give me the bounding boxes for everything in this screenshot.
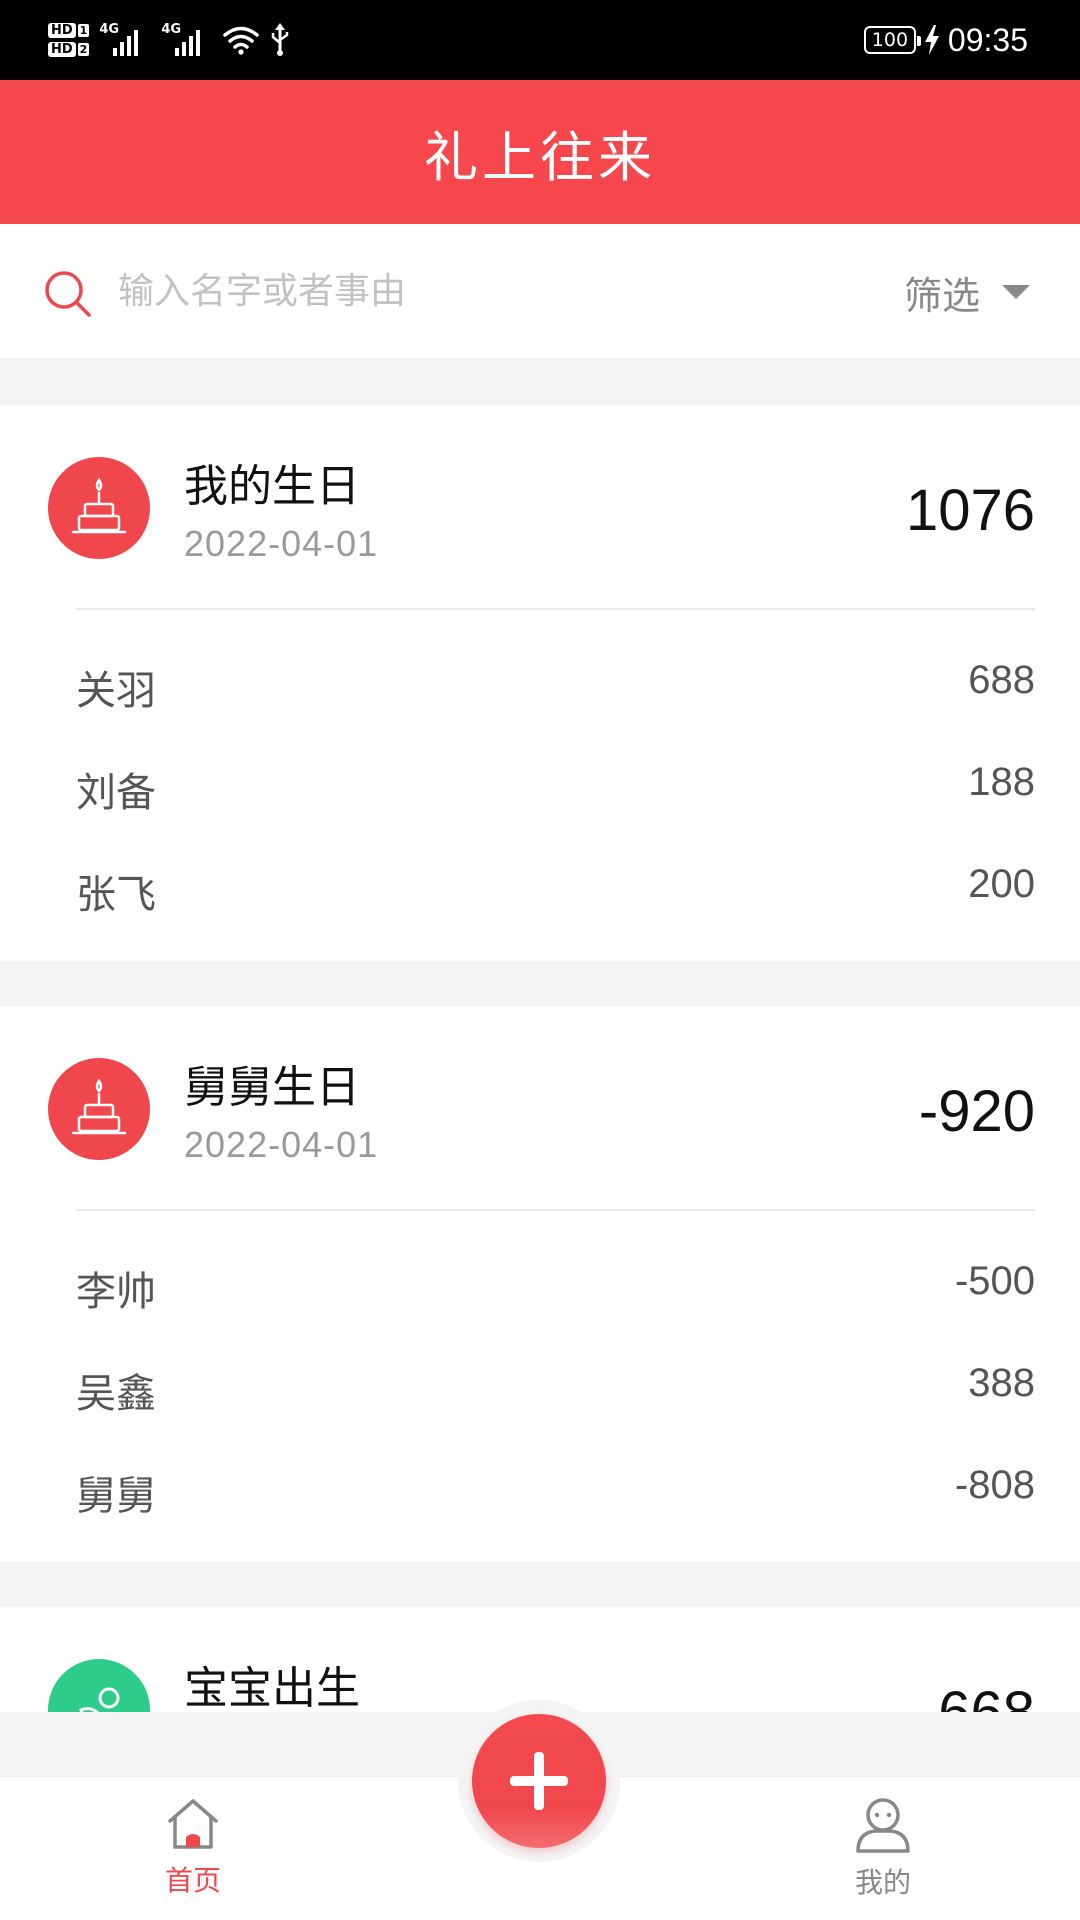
- gift-row[interactable]: 关羽 688: [0, 632, 1080, 734]
- sim2-hd-label: HD: [48, 42, 76, 57]
- divider: [76, 1209, 1035, 1211]
- gift-amount: -808: [954, 1463, 1035, 1507]
- gift-amount: -500: [954, 1259, 1035, 1303]
- gift-name: 关羽: [76, 668, 156, 714]
- event-title: 宝宝出生: [184, 1663, 360, 1712]
- sim2-number: 2: [77, 43, 90, 56]
- nav-item-mine[interactable]: 我的: [823, 1795, 943, 1901]
- status-bar: HD 1 HD 2 4G 4G 100 09:35: [0, 0, 1080, 80]
- gift-row[interactable]: 舅舅 -808: [0, 1437, 1080, 1539]
- gift-name: 吴鑫: [76, 1371, 156, 1417]
- event-card-clipped-region: 宝宝出生 668: [0, 1607, 1080, 1712]
- birthday-cake-icon: [48, 457, 150, 559]
- charging-bolt-icon: [924, 25, 939, 55]
- nav-label-home: 首页: [164, 1864, 221, 1897]
- gift-amount: 200: [968, 862, 1035, 906]
- gift-name: 张飞: [76, 872, 156, 918]
- event-date: 2022-04-01: [184, 1124, 379, 1165]
- page-title: 礼上往来: [424, 125, 656, 189]
- gift-name: 刘备: [76, 770, 156, 816]
- gift-row[interactable]: 刘备 188: [0, 734, 1080, 836]
- gift-name: 舅舅: [76, 1473, 156, 1519]
- event-card-header[interactable]: 宝宝出生 668: [0, 1607, 1080, 1712]
- sim-indicators: HD 1 HD 2: [48, 23, 90, 57]
- filter-button[interactable]: 筛选: [904, 264, 1030, 320]
- event-title: 我的生日: [184, 461, 360, 512]
- gift-list: 关羽 688 刘备 188 张飞 200: [0, 610, 1080, 938]
- event-card[interactable]: 宝宝出生 668: [0, 1607, 1080, 1712]
- gift-amount: 388: [968, 1361, 1035, 1405]
- status-time: 09:35: [947, 21, 1028, 58]
- signal-icon: 4G: [161, 22, 213, 58]
- gift-amount: 688: [968, 658, 1035, 702]
- baby-pacifier-icon: [48, 1659, 150, 1712]
- search-icon: [45, 271, 91, 317]
- plus-icon: [510, 1752, 568, 1810]
- sim1-hd-label: HD: [48, 23, 76, 38]
- search-input[interactable]: [118, 264, 838, 318]
- event-card[interactable]: 舅舅生日 2022-04-01 -920 李帅 -500 吴鑫 388 舅舅 -…: [0, 1006, 1080, 1562]
- event-card-header[interactable]: 舅舅生日 2022-04-01 -920: [0, 1006, 1080, 1211]
- nav-item-home[interactable]: 首页: [133, 1795, 253, 1899]
- event-card-header[interactable]: 我的生日 2022-04-01 1076: [0, 405, 1080, 610]
- nav-label-mine: 我的: [854, 1866, 911, 1899]
- event-title: 舅舅生日: [184, 1062, 360, 1113]
- gift-row[interactable]: 张飞 200: [0, 836, 1080, 938]
- divider: [76, 608, 1035, 610]
- gift-row[interactable]: 李帅 -500: [0, 1233, 1080, 1335]
- status-left: HD 1 HD 2 4G 4G: [48, 12, 291, 68]
- usb-icon: [272, 23, 289, 56]
- wifi-icon: [223, 26, 260, 55]
- event-total: -920: [918, 1079, 1035, 1144]
- gift-list: 李帅 -500 吴鑫 388 舅舅 -808: [0, 1211, 1080, 1539]
- sim2-badge: HD 2: [48, 42, 90, 57]
- event-total: 668: [938, 1679, 1035, 1712]
- event-total: 1076: [905, 478, 1035, 543]
- event-card[interactable]: 我的生日 2022-04-01 1076 关羽 688 刘备 188 张飞 20…: [0, 405, 1080, 961]
- signal-icon: 4G: [99, 22, 151, 58]
- gift-name: 李帅: [76, 1269, 156, 1315]
- chevron-down-icon: [1002, 285, 1030, 299]
- status-right: 100 09:35: [863, 18, 1028, 62]
- birthday-cake-icon: [48, 1058, 150, 1160]
- user-icon: [856, 1798, 910, 1853]
- gift-row[interactable]: 吴鑫 388: [0, 1335, 1080, 1437]
- app-header: 礼上往来: [0, 80, 1080, 224]
- battery-icon: 100: [863, 26, 921, 54]
- gift-amount: 188: [968, 760, 1035, 804]
- search-bar: 筛选: [0, 224, 1080, 358]
- sim1-number: 1: [77, 24, 90, 37]
- battery-level: 100: [871, 28, 909, 51]
- add-button[interactable]: [472, 1714, 606, 1848]
- sim1-badge: HD 1: [48, 23, 90, 38]
- home-icon: [168, 1799, 218, 1849]
- filter-label: 筛选: [903, 273, 980, 318]
- event-date: 2022-04-01: [184, 523, 379, 564]
